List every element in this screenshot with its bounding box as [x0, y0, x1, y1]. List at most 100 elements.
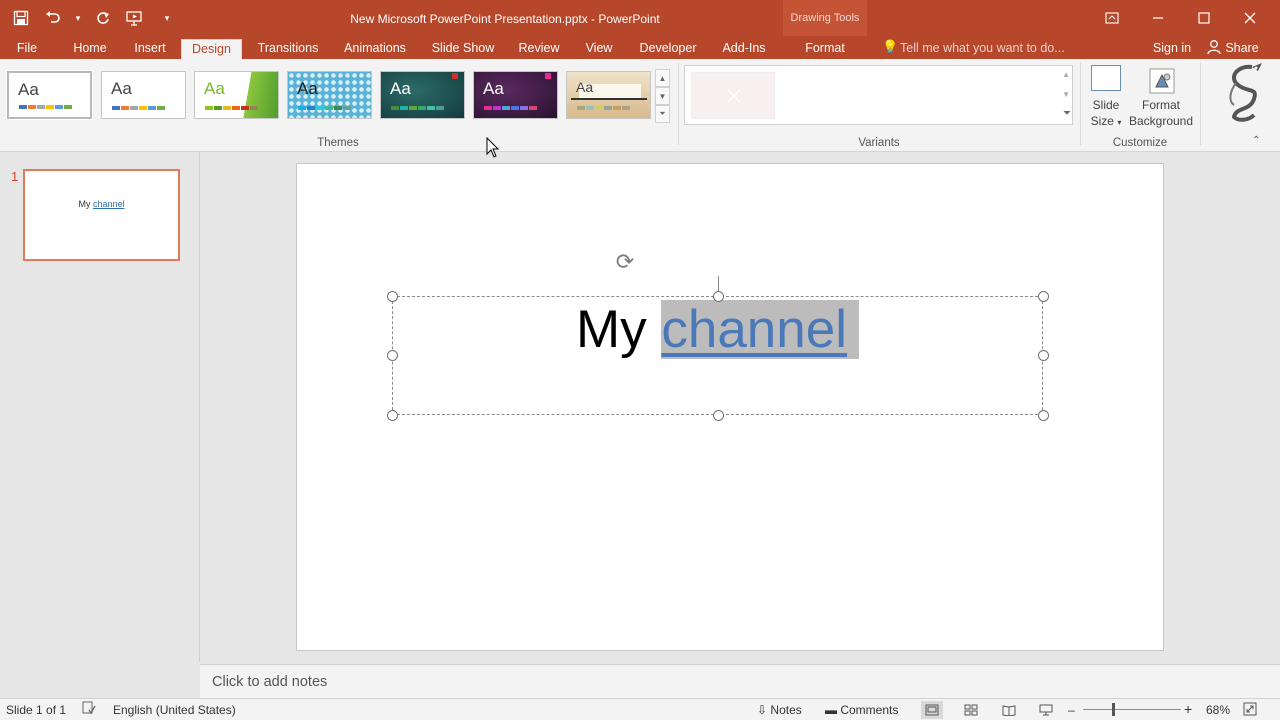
spellcheck-icon[interactable] — [82, 701, 96, 718]
language-indicator[interactable]: English (United States) — [113, 703, 236, 717]
sign-in-link[interactable]: Sign in — [1147, 39, 1197, 59]
slide-sorter-icon[interactable] — [960, 701, 982, 719]
resize-handle-ml[interactable] — [387, 350, 398, 361]
tell-me-placeholder: Tell me what you want to do... — [900, 41, 1065, 55]
tab-insert[interactable]: Insert — [128, 39, 172, 59]
resize-handle-tl[interactable] — [387, 291, 398, 302]
variant-thumbnail[interactable] — [691, 72, 775, 119]
theme-ion[interactable]: Aa — [473, 71, 558, 119]
share-button[interactable]: Share — [1205, 39, 1261, 59]
zoom-slider-thumb[interactable] — [1112, 703, 1115, 716]
slide-title-part-my: My — [575, 300, 662, 359]
theme-color-bars — [391, 106, 444, 110]
collapse-ribbon-icon[interactable]: ⌃ — [1252, 135, 1260, 146]
tab-developer[interactable]: Developer — [634, 39, 702, 59]
status-bar: Slide 1 of 1 English (United States) ⇩ N… — [0, 698, 1280, 720]
theme-color-bars — [112, 106, 165, 110]
slide-title[interactable]: My channel — [393, 300, 1042, 359]
tab-slide-show[interactable]: Slide Show — [428, 39, 498, 59]
tab-file[interactable]: File — [10, 39, 44, 59]
zoom-level[interactable]: 68% — [1206, 703, 1230, 717]
theme-facet[interactable]: Aa — [194, 71, 279, 119]
theme-aa: Aa — [111, 79, 132, 98]
theme-office-2[interactable]: Aa — [101, 71, 186, 119]
theme-organic[interactable]: Aa — [566, 71, 651, 119]
resize-handle-bl[interactable] — [387, 410, 398, 421]
tab-transitions[interactable]: Transitions — [252, 39, 324, 59]
ribbon-display-options-icon[interactable] — [1089, 4, 1135, 32]
notes-toggle-label: Notes — [770, 703, 802, 717]
variants-scroll-up[interactable]: ▲ — [1062, 70, 1070, 79]
theme-ion-boardroom[interactable]: Aa — [380, 71, 465, 119]
reading-view-icon[interactable] — [998, 701, 1020, 719]
thumb-text-channel: channel — [92, 199, 125, 209]
slide-size-label: Slide Size ▾ — [1090, 98, 1122, 128]
themes-scroll-up[interactable]: ▲ — [655, 69, 670, 87]
variants-gallery[interactable]: ▲ ▼ ⏷ — [684, 65, 1073, 125]
fit-slide-icon[interactable] — [1243, 702, 1257, 719]
drawing-tools-label: Drawing Tools — [790, 12, 860, 24]
tell-me-search[interactable]: 💡 Tell me what you want to do... — [882, 39, 1065, 59]
theme-accent-mark — [452, 73, 458, 79]
variants-more-button[interactable]: ⏷ — [1063, 108, 1071, 119]
maximize-icon[interactable] — [1181, 4, 1227, 32]
slide-thumbnail[interactable]: My channel — [23, 169, 180, 261]
resize-handle-br[interactable] — [1038, 410, 1049, 421]
minimize-icon[interactable] — [1135, 4, 1181, 32]
tab-format[interactable]: Format — [795, 39, 855, 59]
theme-aa: Aa — [390, 79, 411, 98]
comments-toggle-label: Comments — [840, 703, 899, 717]
title-textbox[interactable]: My channel — [387, 291, 1049, 421]
slide-number: 1 — [11, 169, 19, 184]
theme-rule — [571, 98, 647, 100]
notes-placeholder[interactable]: Click to add notes — [212, 674, 327, 690]
resize-handle-tr[interactable] — [1038, 291, 1049, 302]
format-background-icon — [1144, 65, 1178, 97]
ribbon-design: Aa Aa Aa Aa Aa Aa Aa ▲ ▼ ⏷ Themes ▲ ▼ ⏷ … — [0, 59, 1280, 152]
zoom-in-button[interactable]: + — [1184, 701, 1192, 717]
resize-handle-mr[interactable] — [1038, 350, 1049, 361]
slide-editor: ⟳ My channel — [200, 152, 1280, 662]
notes-toggle[interactable]: ⇩ Notes — [757, 703, 802, 717]
slide-thumbnail-text: My channel — [25, 199, 178, 209]
themes-group-label: Themes — [317, 137, 359, 149]
dragon-addin-icon[interactable] — [1218, 61, 1268, 127]
theme-color-bars — [19, 105, 72, 109]
close-icon[interactable] — [1227, 4, 1273, 32]
tab-view[interactable]: View — [579, 39, 619, 59]
tab-add-ins[interactable]: Add-Ins — [716, 39, 772, 59]
normal-view-icon[interactable] — [921, 701, 943, 719]
slide-title-selection[interactable]: channel — [661, 300, 860, 359]
theme-color-bars — [298, 106, 351, 110]
variants-scroll-down[interactable]: ▼ — [1062, 90, 1070, 99]
zoom-out-button[interactable]: – — [1068, 703, 1075, 717]
person-icon — [1207, 39, 1221, 60]
tab-home[interactable]: Home — [68, 39, 112, 59]
themes-more-button[interactable]: ⏷ — [655, 105, 670, 123]
mouse-cursor-icon — [486, 136, 500, 162]
theme-office[interactable]: Aa — [6, 70, 93, 120]
variants-group-label: Variants — [858, 137, 900, 149]
theme-color-bars — [205, 106, 258, 110]
resize-handle-bc[interactable] — [713, 410, 724, 421]
thumb-text-my: My — [78, 199, 93, 209]
notes-pane[interactable]: Click to add notes — [200, 664, 1280, 698]
lightbulb-icon: 💡 — [882, 39, 899, 54]
slideshow-icon[interactable] — [1035, 701, 1057, 719]
slide-canvas[interactable]: ⟳ My channel — [296, 163, 1164, 651]
themes-scroll-down[interactable]: ▼ — [655, 87, 670, 105]
resize-handle-tc[interactable] — [713, 291, 724, 302]
zoom-slider[interactable] — [1083, 709, 1181, 710]
tab-review[interactable]: Review — [513, 39, 565, 59]
slide-size-button[interactable]: Slide Size ▾ — [1086, 65, 1126, 131]
comments-toggle[interactable]: ▬ Comments — [825, 703, 898, 717]
tab-animations[interactable]: Animations — [338, 39, 412, 59]
title-bar: ▾ ▾ New Microsoft PowerPoint Presentatio… — [0, 0, 1280, 36]
theme-aa: Aa — [204, 79, 225, 98]
theme-integral[interactable]: Aa — [287, 71, 372, 119]
format-background-button[interactable]: Format Background — [1128, 65, 1194, 129]
rotate-handle-icon[interactable]: ⟳ — [610, 247, 640, 277]
theme-aa: Aa — [297, 79, 318, 98]
customize-group-label: Customize — [1112, 137, 1168, 149]
slide-thumbnails-pane: 1 My channel — [0, 152, 200, 662]
